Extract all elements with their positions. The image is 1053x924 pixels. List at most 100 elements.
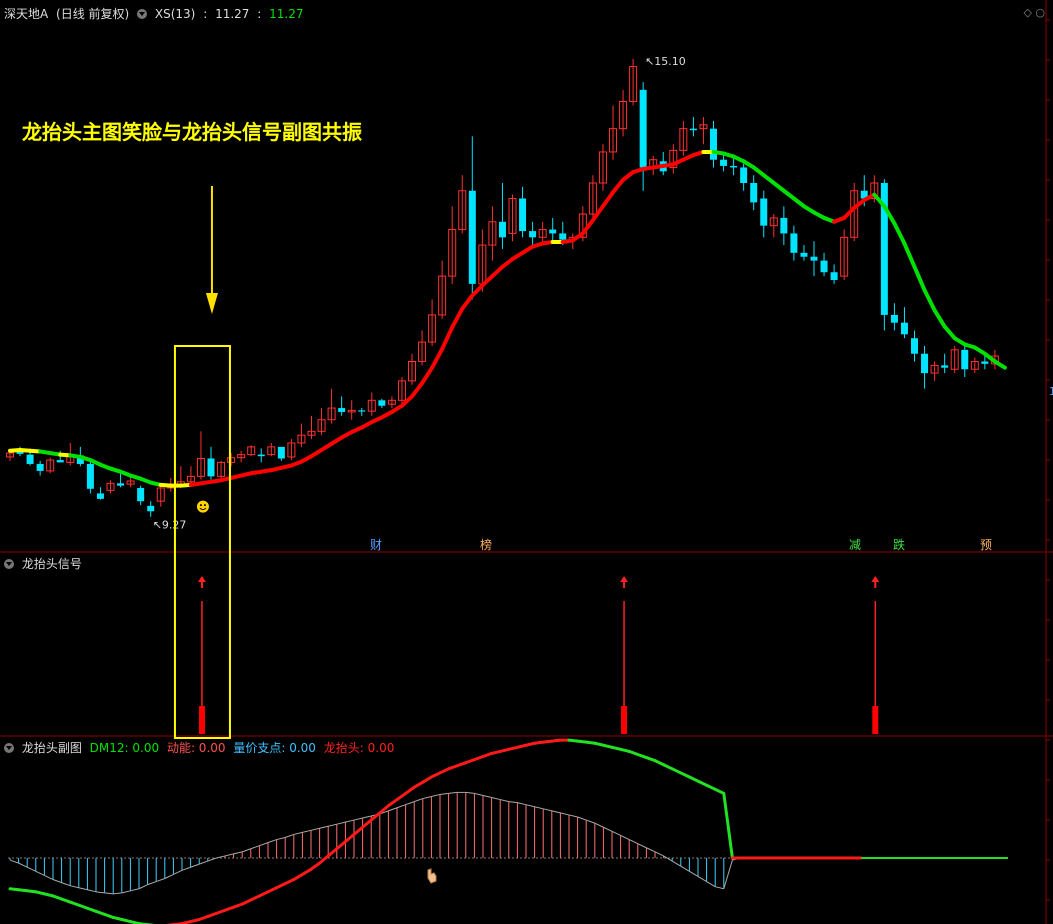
ma-segment: [942, 324, 957, 341]
momentum-line: [362, 815, 372, 819]
indicator-value-2: 11.27: [269, 7, 304, 21]
legend-liangjia: 量价支点: 0.00: [233, 741, 316, 755]
momentum-line: [396, 804, 406, 809]
momentum-line: [465, 791, 475, 794]
indicator-menu-icon[interactable]: [137, 9, 148, 19]
momentum-line: [87, 889, 97, 893]
candle-body: [900, 322, 908, 335]
candle-body: [277, 446, 285, 459]
ma-segment: [420, 365, 435, 386]
annotation-arrow-head: [205, 293, 218, 314]
candle-body: [549, 229, 557, 234]
momentum-line: [534, 806, 544, 810]
candle-body: [358, 410, 366, 412]
candle-body: [257, 454, 265, 457]
hand-cursor-icon: [427, 868, 437, 884]
legend-dm12: DM12: 0.00: [89, 741, 160, 755]
momentum-line: [259, 842, 269, 847]
candle-body: [378, 400, 386, 406]
ma-segment: [490, 264, 505, 279]
main-header: 深天地A (日线 前复权) XS(13) : 11.27 : 11.27: [4, 5, 308, 22]
candle-body: [961, 349, 969, 370]
momentum-line: [439, 792, 449, 795]
dm12-segment: [326, 847, 339, 858]
candle-body: [338, 408, 346, 412]
ma-segment: [892, 221, 907, 246]
dm12-segment: [421, 775, 433, 784]
momentum-line: [628, 839, 639, 845]
colon-separator: :: [257, 7, 262, 21]
momentum-line: [224, 853, 234, 857]
momentum-line: [293, 831, 303, 835]
smiley-face-icon: [196, 500, 209, 513]
momentum-line: [285, 833, 294, 838]
momentum-line: [26, 866, 37, 872]
right-axis-tag: 1: [1049, 385, 1053, 398]
signal-menu-icon[interactable]: [4, 559, 14, 569]
momentum-line: [517, 802, 527, 806]
candle-body: [911, 338, 918, 354]
signal-title[interactable]: 龙抬头信号: [22, 557, 82, 571]
momentum-line: [422, 796, 432, 800]
dm12-segment: [352, 825, 365, 836]
momentum-line: [663, 855, 673, 862]
momentum-line: [706, 881, 716, 888]
candle-body: [720, 159, 728, 166]
stock-name[interactable]: 深天地A: [4, 7, 48, 21]
momentum-line: [173, 869, 183, 875]
momentum-line: [508, 801, 518, 804]
candle-body: [981, 361, 989, 364]
momentum-line: [448, 791, 458, 794]
ma-segment: [992, 359, 1007, 370]
momentum-line: [586, 819, 595, 824]
momentum-line: [405, 801, 415, 806]
ma-segment: [470, 283, 485, 298]
ma-segment: [922, 288, 937, 313]
momentum-line: [310, 827, 320, 831]
dm12-segment: [404, 785, 416, 795]
ma-segment: [480, 274, 495, 288]
momentum-line: [431, 793, 441, 797]
momentum-line: [250, 845, 260, 850]
momentum-line: [35, 870, 45, 876]
event-tag: 榜: [480, 537, 492, 552]
candle-body: [760, 198, 768, 226]
high-price-label: ↖15.10: [645, 55, 686, 68]
candle-body: [117, 483, 125, 486]
momentum-line: [525, 804, 535, 808]
event-tag: 减: [849, 538, 861, 552]
low-price-label: ↖9.27: [153, 519, 187, 532]
sub-title[interactable]: 龙抬头副图: [22, 741, 82, 755]
momentum-line: [233, 851, 243, 855]
dm12-segment: [292, 872, 304, 882]
momentum-line: [388, 807, 398, 812]
indicator-name[interactable]: XS(13): [155, 7, 195, 21]
candle-body: [519, 198, 527, 232]
indicator-value-1: 11.27: [215, 7, 250, 21]
candle-body: [740, 167, 748, 183]
ma-segment: [611, 177, 626, 195]
colon-separator: :: [203, 7, 208, 21]
candle-body: [86, 463, 94, 489]
signal-panel: [173, 345, 880, 739]
ma-segment: [410, 381, 425, 399]
dm12-segment: [412, 780, 425, 789]
momentum-line: [147, 881, 157, 886]
dm12-segment: [300, 867, 313, 876]
momentum-line: [104, 892, 114, 895]
momentum-line: [620, 834, 630, 841]
momentum-line: [267, 839, 277, 844]
panel-controls[interactable]: ◇ ○: [1023, 6, 1045, 19]
ma-segment: [399, 394, 414, 408]
candle-body: [800, 252, 808, 257]
signal-block: [198, 706, 205, 734]
momentum-line: [113, 892, 122, 895]
candle-body: [810, 256, 818, 261]
sub-menu-icon[interactable]: [4, 743, 14, 753]
momentum-line: [689, 870, 699, 877]
candle-body: [780, 217, 788, 234]
momentum-line: [336, 821, 346, 825]
momentum-line: [474, 792, 484, 796]
candle-body: [890, 314, 898, 323]
signal-arrow-head: [197, 576, 206, 582]
